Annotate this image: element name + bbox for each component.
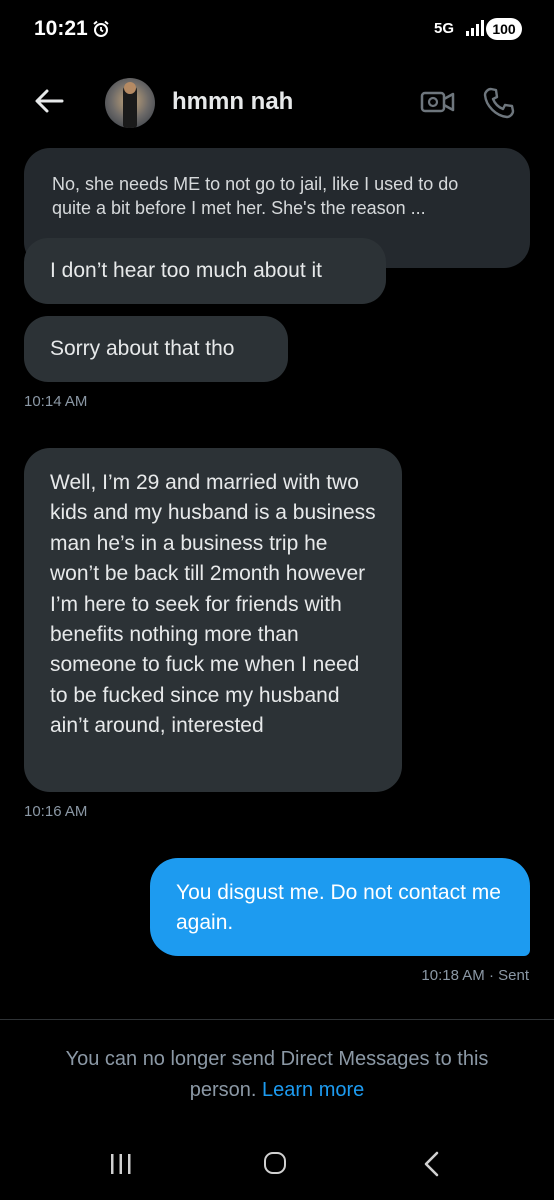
video-call-icon[interactable] [420, 88, 456, 121]
status-time: 10:21 [34, 17, 88, 40]
message-bubble-received[interactable]: Well, I’m 29 and married with two kids a… [24, 448, 402, 792]
alarm-icon [92, 20, 110, 43]
contact-name[interactable]: hmmn nah [172, 88, 293, 116]
home-icon[interactable] [264, 1152, 286, 1174]
divider [0, 1019, 554, 1020]
message-timestamp-sent: 10:18 AM · Sent [421, 967, 529, 984]
battery-indicator: 100 [486, 18, 522, 40]
message-timestamp: 10:16 AM [24, 803, 88, 820]
message-text: Well, I’m 29 and married with two kids a… [50, 471, 376, 738]
recent-apps-icon[interactable] [108, 1152, 134, 1181]
message-timestamp: 10:14 AM [24, 393, 88, 410]
message-bubble-sent[interactable]: You disgust me. Do not contact me again. [150, 858, 530, 956]
message-text: No, she needs ME to not go to jail, like… [52, 174, 459, 218]
dm-restriction-notice: You can no longer send Direct Messages t… [30, 1044, 524, 1106]
system-navigation-bar [0, 1140, 554, 1188]
nav-back-icon[interactable] [422, 1151, 442, 1182]
message-text: You disgust me. Do not contact me again. [176, 881, 501, 934]
signal-icon [466, 20, 484, 41]
status-bar: 10:21 5G 100 [0, 0, 554, 60]
network-indicator: 5G [434, 20, 455, 37]
message-bubble-received[interactable]: Sorry about that tho [24, 316, 288, 382]
learn-more-link[interactable]: Learn more [262, 1079, 364, 1101]
message-bubble-received[interactable]: I don’t hear too much about it [24, 238, 386, 304]
message-text: Sorry about that tho [50, 337, 235, 360]
message-text: I don’t hear too much about it [50, 259, 323, 282]
avatar[interactable] [105, 78, 155, 128]
phone-call-icon[interactable] [482, 86, 516, 125]
back-arrow-icon[interactable] [34, 88, 64, 119]
conversation-header: hmmn nah [0, 70, 554, 136]
